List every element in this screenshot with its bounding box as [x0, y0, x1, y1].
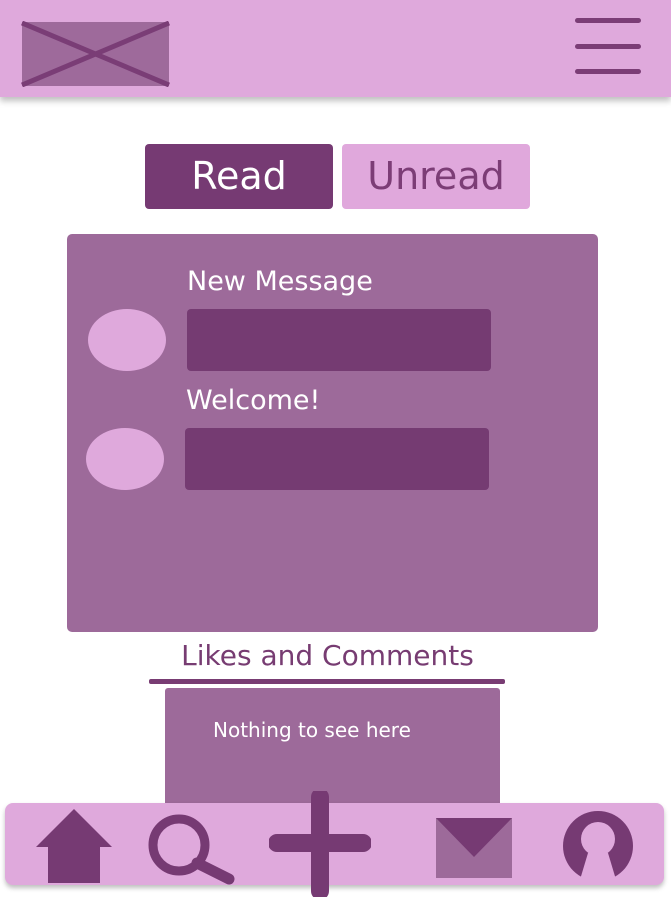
hamburger-menu-icon[interactable] — [575, 18, 641, 76]
profile-icon[interactable] — [561, 809, 635, 883]
likes-divider — [149, 679, 505, 684]
avatar — [88, 309, 166, 371]
avatar — [86, 428, 164, 490]
image-placeholder-icon — [21, 21, 170, 87]
mail-icon[interactable] — [435, 817, 513, 879]
message-item[interactable] — [185, 428, 489, 490]
home-icon[interactable] — [34, 807, 114, 885]
plus-icon[interactable] — [269, 791, 371, 897]
tab-unread[interactable]: Unread — [342, 144, 530, 209]
likes-comments-box: Nothing to see here — [165, 688, 500, 808]
message-title: Welcome! — [186, 385, 321, 416]
messages-panel: New Message Welcome! — [67, 234, 598, 632]
likes-comments-heading: Likes and Comments — [181, 639, 474, 672]
top-header — [0, 0, 671, 97]
message-item[interactable] — [187, 309, 491, 371]
message-title: New Message — [187, 266, 373, 297]
tab-read[interactable]: Read — [145, 144, 333, 209]
bottom-nav — [5, 791, 664, 897]
search-icon[interactable] — [147, 811, 237, 885]
empty-state-text: Nothing to see here — [213, 718, 411, 742]
